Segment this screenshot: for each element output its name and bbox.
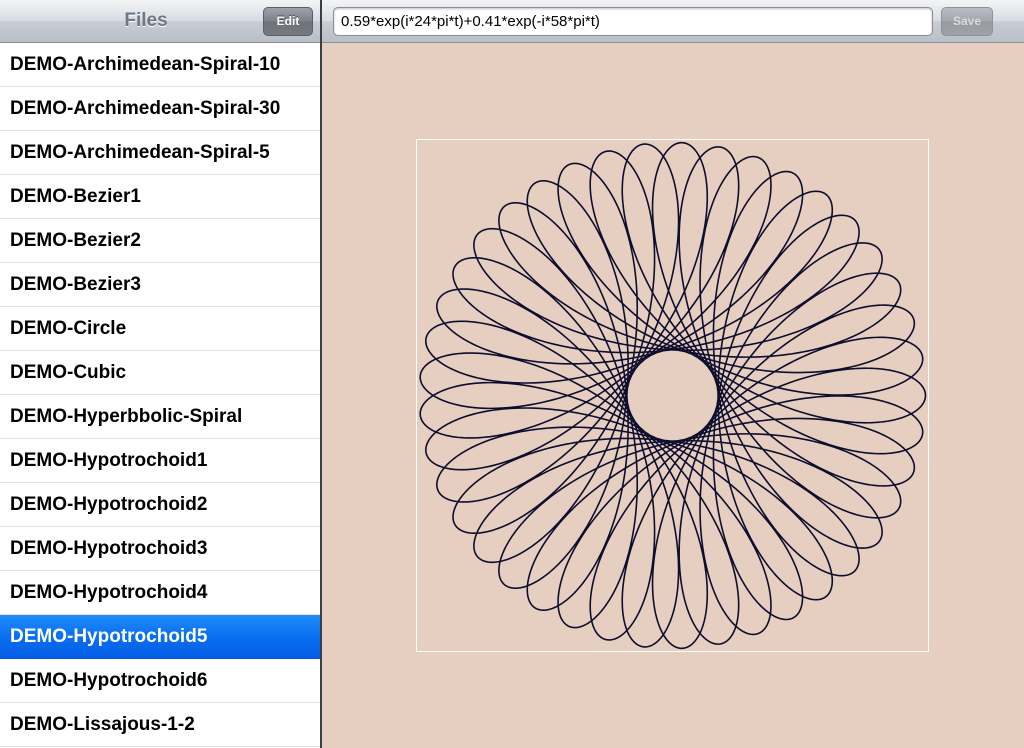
file-list-item[interactable]: DEMO-Circle: [0, 307, 320, 351]
file-list-item[interactable]: DEMO-Bezier3: [0, 263, 320, 307]
file-list-item[interactable]: DEMO-Cubic: [0, 351, 320, 395]
file-list-item[interactable]: DEMO-Lissajous-1-2: [0, 703, 320, 747]
file-list-item[interactable]: DEMO-Hypotrochoid4: [0, 571, 320, 615]
file-sidebar: Files Edit DEMO-Archimedean-Spiral-10 DEM…: [0, 0, 320, 748]
edit-button[interactable]: Edit: [263, 7, 313, 36]
file-list-item[interactable]: DEMO-Hypotrochoid5: [0, 615, 320, 659]
main-panel: Save: [322, 0, 1024, 748]
sidebar-title: Files: [124, 10, 168, 31]
app-window: Files Edit DEMO-Archimedean-Spiral-10 DEM…: [0, 0, 1024, 748]
plot-frame: [416, 139, 929, 652]
formula-input[interactable]: [333, 7, 933, 36]
parametric-curve: [419, 141, 927, 650]
file-list: DEMO-Archimedean-Spiral-10 DEMO-Archimede…: [0, 43, 320, 747]
file-list-item[interactable]: DEMO-Archimedean-Spiral-30: [0, 87, 320, 131]
plot-canvas: [322, 43, 1024, 748]
file-list-item[interactable]: DEMO-Archimedean-Spiral-10: [0, 43, 320, 87]
sidebar-nav-bar: Files Edit: [0, 0, 320, 43]
file-list-item[interactable]: DEMO-Hypotrochoid2: [0, 483, 320, 527]
file-list-item[interactable]: DEMO-Hypotrochoid6: [0, 659, 320, 703]
file-list-item[interactable]: DEMO-Hypotrochoid3: [0, 527, 320, 571]
file-list-item[interactable]: DEMO-Hyperbbolic-Spiral: [0, 395, 320, 439]
editor-toolbar: Save: [322, 0, 1024, 43]
file-list-item[interactable]: DEMO-Bezier1: [0, 175, 320, 219]
curve-plot: [419, 141, 927, 650]
file-list-item[interactable]: DEMO-Bezier2: [0, 219, 320, 263]
save-button[interactable]: Save: [941, 7, 993, 36]
file-list-item[interactable]: DEMO-Archimedean-Spiral-5: [0, 131, 320, 175]
file-list-item[interactable]: DEMO-Hypotrochoid1: [0, 439, 320, 483]
